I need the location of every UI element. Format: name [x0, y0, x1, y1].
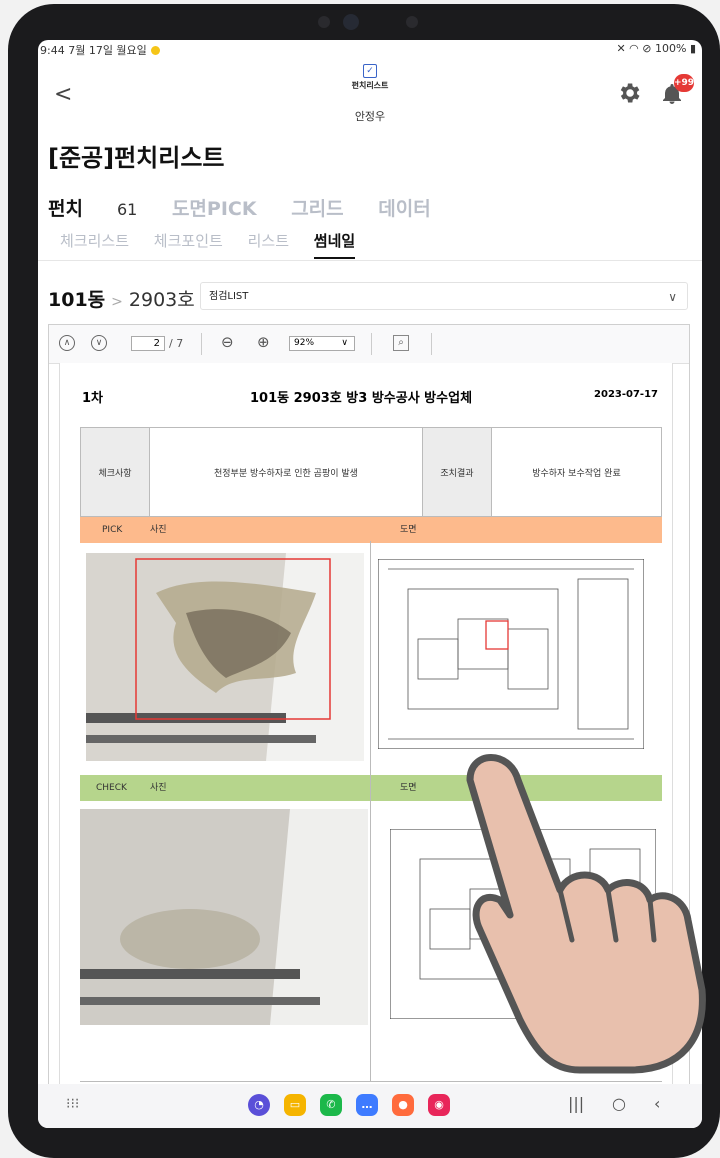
camera-app-icon[interactable]: ◉ [428, 1094, 450, 1116]
sensor-icon [406, 16, 418, 28]
wifi-icon: ◠ [629, 42, 639, 55]
app-logo: ✓ 펀치리스트 [348, 62, 392, 91]
page-number-input[interactable]: 2 [131, 336, 165, 351]
battery-icon: ▮ [689, 42, 696, 55]
home-button[interactable]: ○ [612, 1094, 626, 1113]
dnd-icon: ⊘ [642, 42, 652, 55]
check-photo-label: 사진 [150, 783, 167, 793]
tab-punch-count: 61 [116, 200, 138, 219]
system-nav-bar: ⁝⁝⁝ ◔ ▭ ✆ … ● ◉ ||| ○ ‹ [38, 1084, 702, 1128]
table-bottom-line [80, 1081, 662, 1082]
check-item-label: 체크사항 [80, 427, 150, 517]
notification-badge: +99 [674, 74, 695, 92]
doc-date: 2023-07-17 [594, 389, 658, 400]
check-item-value: 천정부분 방수하자로 인한 곰팡이 발생 [149, 427, 423, 517]
info-table: 체크사항 천정부분 방수하자로 인한 곰팡이 발생 조치결과 방수하자 보수작업… [80, 427, 663, 517]
pick-plan-label: 도면 [400, 525, 417, 535]
page-title: [준공]펀치리스트 [48, 144, 225, 172]
breadcrumb: 101동 >2903호 [48, 285, 195, 312]
breadcrumb-unit[interactable]: 2903호 [129, 289, 195, 311]
bixby-icon[interactable]: ◔ [248, 1094, 270, 1116]
tab-drawing-pick[interactable]: 도면PICK [172, 198, 257, 220]
checkbox-logo-icon: ✓ [363, 64, 377, 78]
tab-data[interactable]: 데이터 [378, 198, 430, 220]
zoom-select[interactable]: 92% ∨ [289, 336, 355, 351]
toolbar-separator [201, 333, 202, 355]
status-bar: 9:44 7월 17일 월요일 ✕ ◠ ⊘ 100% ▮ [38, 40, 702, 58]
pdf-toolbar: ∧ ∨ 2 / 7 ⊖ ⊕ 92% ∨ ⌕ [49, 325, 689, 364]
page-total: / 7 [169, 337, 184, 350]
toolbar-separator [371, 333, 372, 355]
subtab-checklist[interactable]: 체크리스트 [60, 230, 129, 251]
previous-page-icon[interactable]: ∧ [59, 335, 75, 351]
messages-icon[interactable]: … [356, 1094, 378, 1116]
tab-punch[interactable]: 펀치 61 [48, 198, 137, 220]
check-plan-label: 도면 [400, 783, 417, 793]
result-value: 방수하자 보수작업 완료 [490, 427, 663, 517]
notification-icon [150, 46, 160, 55]
chevron-down-icon: ∨ [668, 290, 677, 304]
logo-text: 펀치리스트 [351, 81, 389, 90]
toolbar-separator [431, 333, 432, 355]
breadcrumb-building[interactable]: 101동 [48, 289, 105, 311]
pick-photo-label: 사진 [150, 525, 167, 535]
app-drawer-icon[interactable]: ⁝⁝⁝ [66, 1096, 79, 1112]
tablet-frame: 9:44 7월 17일 월요일 ✕ ◠ ⊘ 100% ▮ < ✓ 펀치리스트 안… [0, 0, 720, 1158]
subtab-checkpoint[interactable]: 체크포인트 [154, 230, 223, 251]
pick-photo[interactable] [86, 553, 364, 761]
back-nav-button[interactable]: ‹ [654, 1094, 660, 1113]
gear-icon[interactable] [616, 80, 642, 106]
zoom-value: 92% [294, 338, 315, 348]
folder-icon[interactable]: ▭ [284, 1094, 306, 1116]
status-date: 7월 17일 월요일 [68, 44, 147, 57]
doc-round: 1차 [82, 391, 104, 406]
pick-bar: PICK 사진 도면 [80, 517, 662, 543]
find-icon[interactable]: ⌕ [393, 335, 409, 351]
mute-icon: ✕ [616, 42, 626, 55]
contacts-icon[interactable]: ● [392, 1094, 414, 1116]
check-photo[interactable] [80, 809, 368, 1025]
tab-grid[interactable]: 그리드 [291, 198, 343, 220]
pick-floorplan[interactable] [378, 559, 644, 749]
zoom-in-icon[interactable]: ⊕ [257, 333, 270, 351]
divider [38, 260, 702, 261]
back-button[interactable]: < [54, 82, 72, 107]
status-time: 9:44 [40, 44, 65, 57]
select-value: 점검LIST [209, 291, 249, 302]
inspection-select[interactable]: 점검LIST ∨ [200, 282, 688, 310]
result-label: 조치결과 [421, 427, 492, 517]
camera-icon [343, 14, 359, 30]
main-tabs: 펀치 61 도면PICK 그리드 데이터 [48, 194, 459, 221]
sub-tabs: 체크리스트 체크포인트 리스트 썸네일 [60, 230, 375, 259]
tab-punch-label: 펀치 [48, 198, 83, 220]
check-label: CHECK [96, 783, 127, 793]
doc-title: 101동 2903호 방3 방수공사 방수업체 [250, 391, 473, 406]
chevron-down-icon: ∨ [341, 338, 348, 348]
user-name: 안정우 [354, 110, 386, 123]
breadcrumb-separator: > [111, 294, 123, 310]
pick-label: PICK [102, 525, 123, 535]
pointing-hand-icon [466, 754, 706, 1074]
battery-level: 100% [654, 42, 687, 55]
zoom-out-icon[interactable]: ⊖ [221, 333, 234, 351]
recents-button[interactable]: ||| [568, 1094, 584, 1113]
sensor-icon [318, 16, 330, 28]
subtab-thumbnail[interactable]: 썸네일 [313, 230, 356, 259]
phone-icon[interactable]: ✆ [320, 1094, 342, 1116]
subtab-list[interactable]: 리스트 [248, 230, 289, 251]
cell-divider [370, 541, 371, 1081]
next-page-icon[interactable]: ∨ [91, 335, 107, 351]
